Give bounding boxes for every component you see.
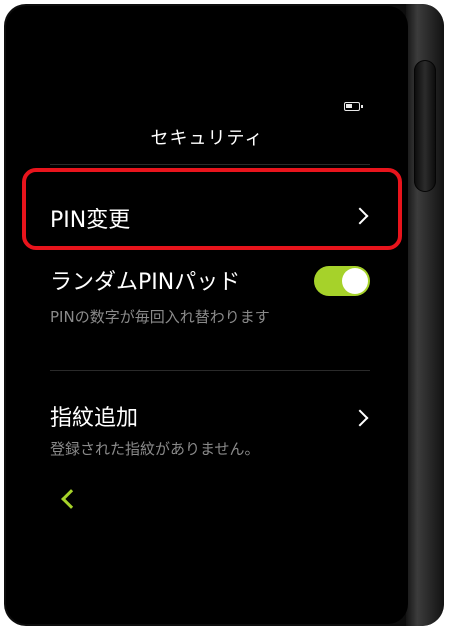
page-title: セキュリティ (150, 128, 264, 149)
change-pin-item[interactable]: PIN変更 (50, 196, 370, 240)
divider (50, 370, 370, 371)
chevron-right-icon (351, 207, 369, 225)
toggle-knob (342, 268, 368, 294)
chevron-left-icon (61, 489, 81, 509)
back-button[interactable] (58, 484, 82, 514)
side-button (414, 60, 436, 192)
chevron-right-icon (351, 409, 369, 427)
battery-level (346, 104, 352, 108)
device-side (406, 4, 444, 626)
add-fingerprint-description: 登録された指紋がありません。 (50, 440, 260, 458)
change-pin-label: PIN変更 (50, 208, 131, 233)
add-fingerprint-label: 指紋追加 (50, 406, 139, 431)
device-frame: セキュリティ PIN変更 ランダムPINパッド PINの数字が毎回入れ替わります… (4, 4, 444, 626)
random-pin-pad-toggle[interactable] (314, 266, 370, 296)
random-pin-pad-label: ランダムPINパッド (50, 270, 241, 295)
divider (50, 164, 370, 165)
add-fingerprint-item[interactable]: 指紋追加 登録された指紋がありません。 (50, 398, 370, 464)
battery-icon (344, 102, 363, 111)
screen: セキュリティ PIN変更 ランダムPINパッド PINの数字が毎回入れ替わります… (6, 6, 408, 624)
random-pin-pad-description: PINの数字が毎回入れ替わります (50, 308, 270, 326)
random-pin-pad-item: ランダムPINパッド PINの数字が毎回入れ替わります (50, 262, 370, 328)
